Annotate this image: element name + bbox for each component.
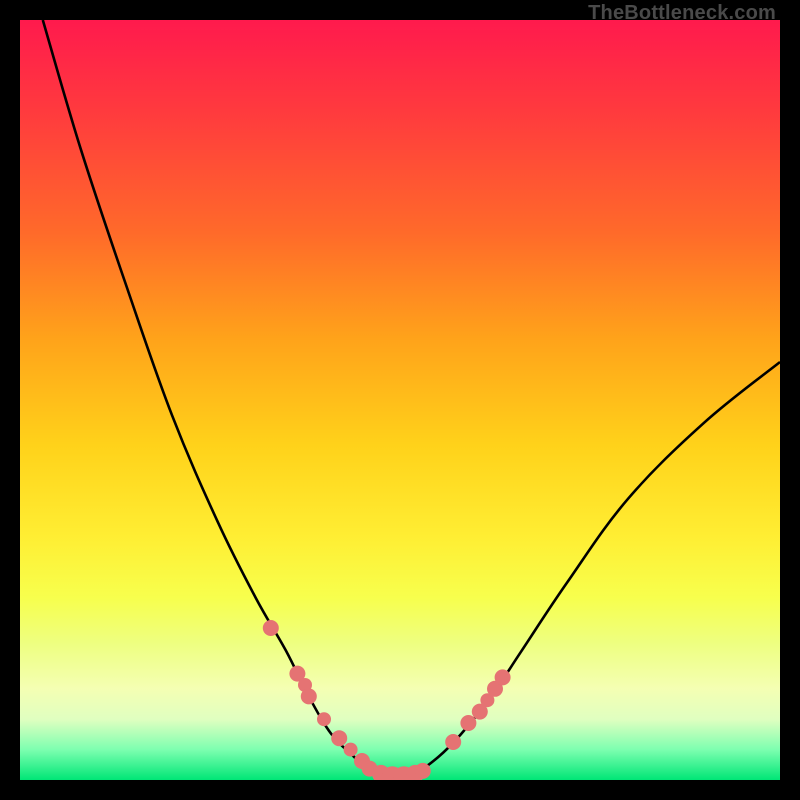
curve-left-arm xyxy=(43,20,385,780)
bottleneck-curve-chart xyxy=(20,20,780,780)
marker-point xyxy=(331,730,347,746)
marker-point xyxy=(263,620,279,636)
curve-right-arm xyxy=(385,362,780,780)
marker-point xyxy=(415,763,431,779)
marker-point xyxy=(460,715,476,731)
marker-point xyxy=(495,669,511,685)
marker-point xyxy=(317,712,331,726)
marker-point xyxy=(301,688,317,704)
outer-frame: TheBottleneck.com xyxy=(0,0,800,800)
marker-point xyxy=(445,734,461,750)
watermark-text: TheBottleneck.com xyxy=(588,2,776,25)
plot-area xyxy=(20,20,780,780)
marker-group xyxy=(263,620,511,780)
marker-point xyxy=(344,743,358,757)
